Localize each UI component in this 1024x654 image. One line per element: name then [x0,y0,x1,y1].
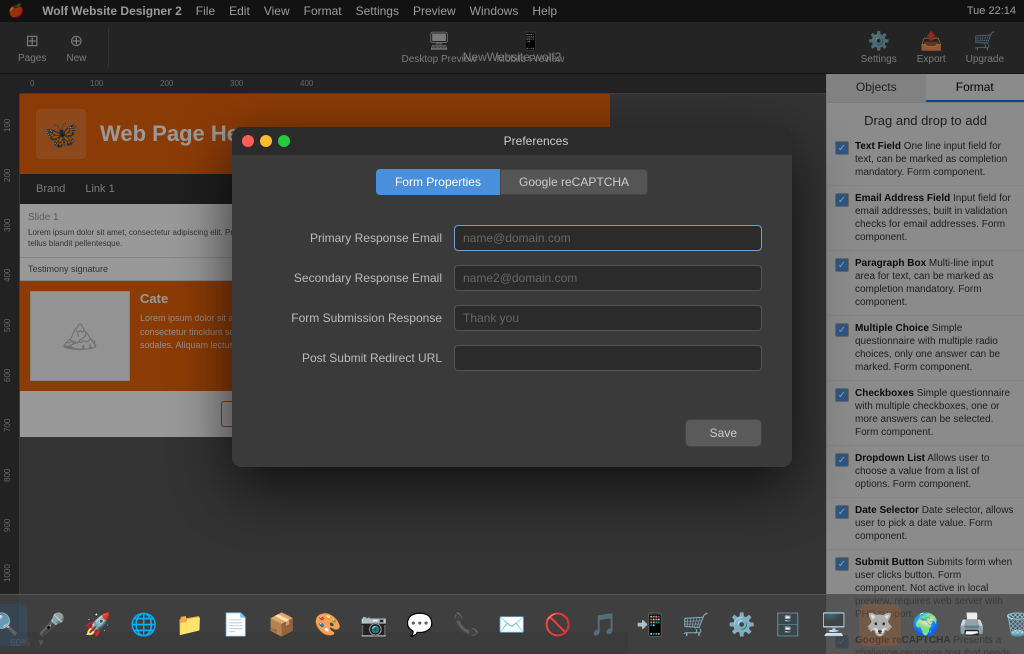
minimize-button[interactable] [260,135,272,147]
dock-archive[interactable]: 📦 [261,604,303,646]
redirect-url-label: Post Submit Redirect URL [262,351,442,365]
submission-response-input[interactable] [454,305,762,331]
dock-cart[interactable]: 🛒 [675,604,717,646]
dock-globe[interactable]: 🌍 [905,604,947,646]
dock-mail[interactable]: ✉️ [491,604,533,646]
dock-notes[interactable]: 📄 [215,604,257,646]
redirect-url-row: Post Submit Redirect URL [262,345,762,371]
dock-launchpad[interactable]: 🚀 [77,604,119,646]
modal-traffic-lights [242,135,290,147]
tab-google-recaptcha[interactable]: Google reCAPTCHA [500,169,648,195]
secondary-email-input[interactable] [454,265,762,291]
dock-appstore[interactable]: 📲 [629,604,671,646]
dock-server[interactable]: 🗄️ [767,604,809,646]
modal-title: Preferences [290,134,782,148]
secondary-email-label: Secondary Response Email [262,271,442,285]
secondary-email-row: Secondary Response Email [262,265,762,291]
dock-files[interactable]: 📁 [169,604,211,646]
redirect-url-input[interactable] [454,345,762,371]
dock-music[interactable]: 🎵 [583,604,625,646]
modal-titlebar: Preferences [232,127,792,155]
dock-monitor[interactable]: 🖥️ [813,604,855,646]
dock-block[interactable]: 🚫 [537,604,579,646]
dock-wolf[interactable]: 🐺 [859,604,901,646]
primary-email-label: Primary Response Email [262,231,442,245]
dock-camera[interactable]: 📷 [353,604,395,646]
primary-email-row: Primary Response Email [262,225,762,251]
maximize-button[interactable] [278,135,290,147]
submission-response-row: Form Submission Response [262,305,762,331]
dock-settings[interactable]: ⚙️ [721,604,763,646]
modal-tabs: Form Properties Google reCAPTCHA [232,155,792,205]
modal-body: Primary Response Email Secondary Respons… [232,205,792,405]
dock-print[interactable]: 🖨️ [951,604,993,646]
submission-response-label: Form Submission Response [262,311,442,325]
dock-safari[interactable]: 🌐 [123,604,165,646]
dock-siri[interactable]: 🎤 [31,604,73,646]
dock: 🔍 🎤 🚀 🌐 📁 📄 📦 🎨 📷 💬 📞 ✉️ 🚫 🎵 📲 🛒 ⚙️ 🗄️ 🖥… [0,594,1024,654]
tab-form-properties[interactable]: Form Properties [376,169,500,195]
preferences-modal: Preferences Form Properties Google reCAP… [232,127,792,467]
primary-email-input[interactable] [454,225,762,251]
dock-photos[interactable]: 🎨 [307,604,349,646]
save-button[interactable]: Save [685,419,762,447]
dock-trash[interactable]: 🗑️ [997,604,1024,646]
dock-finder[interactable]: 🔍 [0,604,27,646]
modal-overlay: Preferences Form Properties Google reCAP… [0,0,1024,594]
close-button[interactable] [242,135,254,147]
dock-messages[interactable]: 💬 [399,604,441,646]
dock-phone[interactable]: 📞 [445,604,487,646]
modal-footer: Save [232,405,792,467]
